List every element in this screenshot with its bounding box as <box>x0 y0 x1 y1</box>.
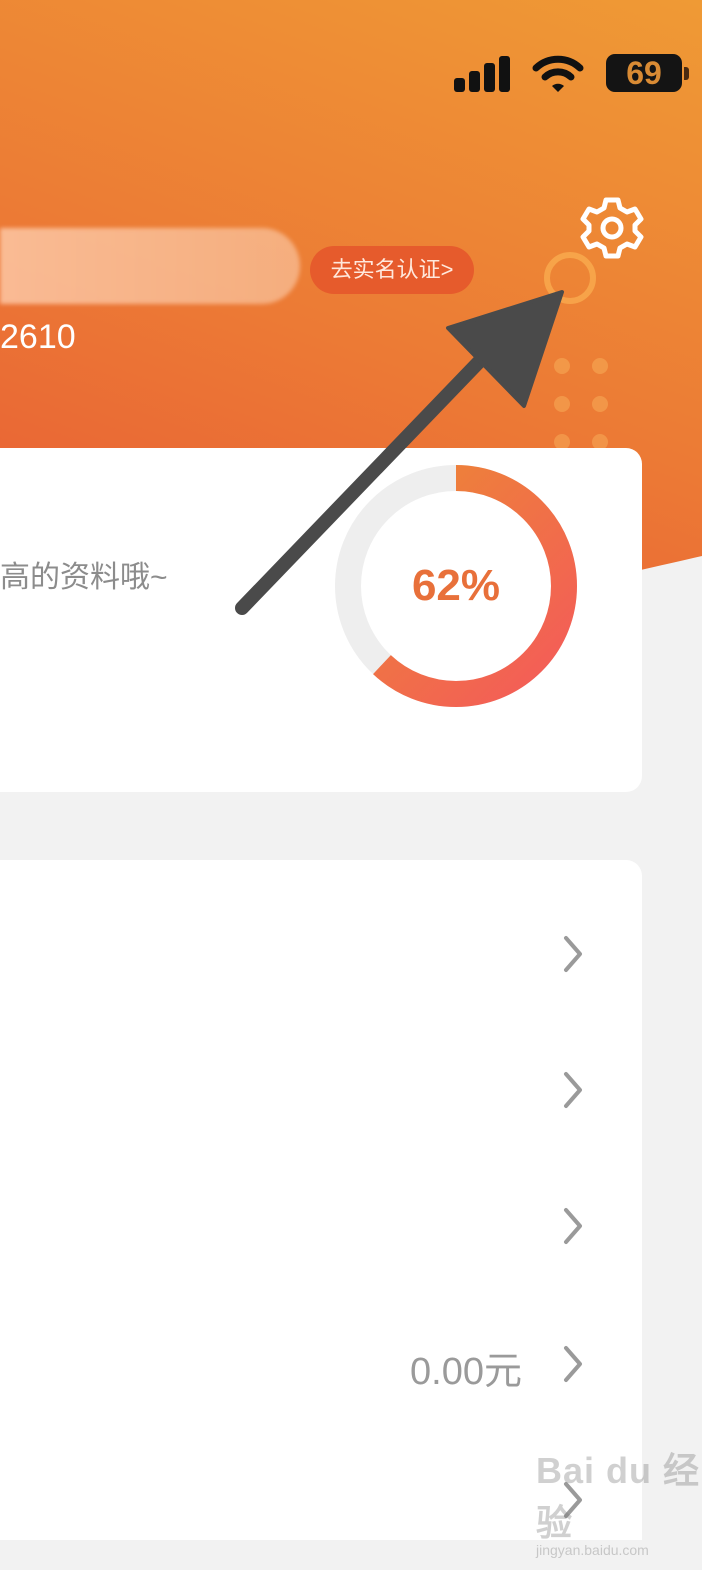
user-id: 2610 <box>0 318 76 356</box>
progress-percentage: 62% <box>411 561 501 610</box>
chevron-right-icon <box>564 1072 582 1108</box>
watermark-logo: Bai du 经验 <box>536 1450 701 1543</box>
balance-value: 0.00元 <box>410 1351 522 1393</box>
menu-list: 0.00元 <box>0 860 642 1540</box>
profile-completion-card[interactable]: 高的资料哦~ 62% <box>0 448 642 792</box>
status-bar: 69 <box>382 50 702 100</box>
menu-row-2[interactable] <box>0 1024 642 1160</box>
chevron-right-icon <box>564 936 582 972</box>
wifi-icon <box>532 55 584 92</box>
settings-gear-icon[interactable] <box>578 194 646 262</box>
username-blurred <box>0 228 300 304</box>
battery-cap <box>684 67 689 80</box>
signal-icon <box>454 56 514 92</box>
battery-level: 69 <box>626 55 662 91</box>
watermark-url: jingyan.baidu.com <box>536 1542 649 1558</box>
chevron-right-icon <box>564 1346 582 1382</box>
verify-identity-button[interactable]: 去实名认证> <box>310 246 474 294</box>
menu-row-1[interactable] <box>0 888 642 1024</box>
menu-row-3[interactable] <box>0 1160 642 1296</box>
chevron-right-icon <box>564 1208 582 1244</box>
battery-icon: 69 <box>606 54 682 92</box>
menu-row-balance[interactable]: 0.00元 <box>0 1298 642 1434</box>
profile-hint-text: 高的资料哦~ <box>0 561 168 594</box>
watermark: Bai du 经验 jingyan.baidu.com <box>536 1442 702 1558</box>
